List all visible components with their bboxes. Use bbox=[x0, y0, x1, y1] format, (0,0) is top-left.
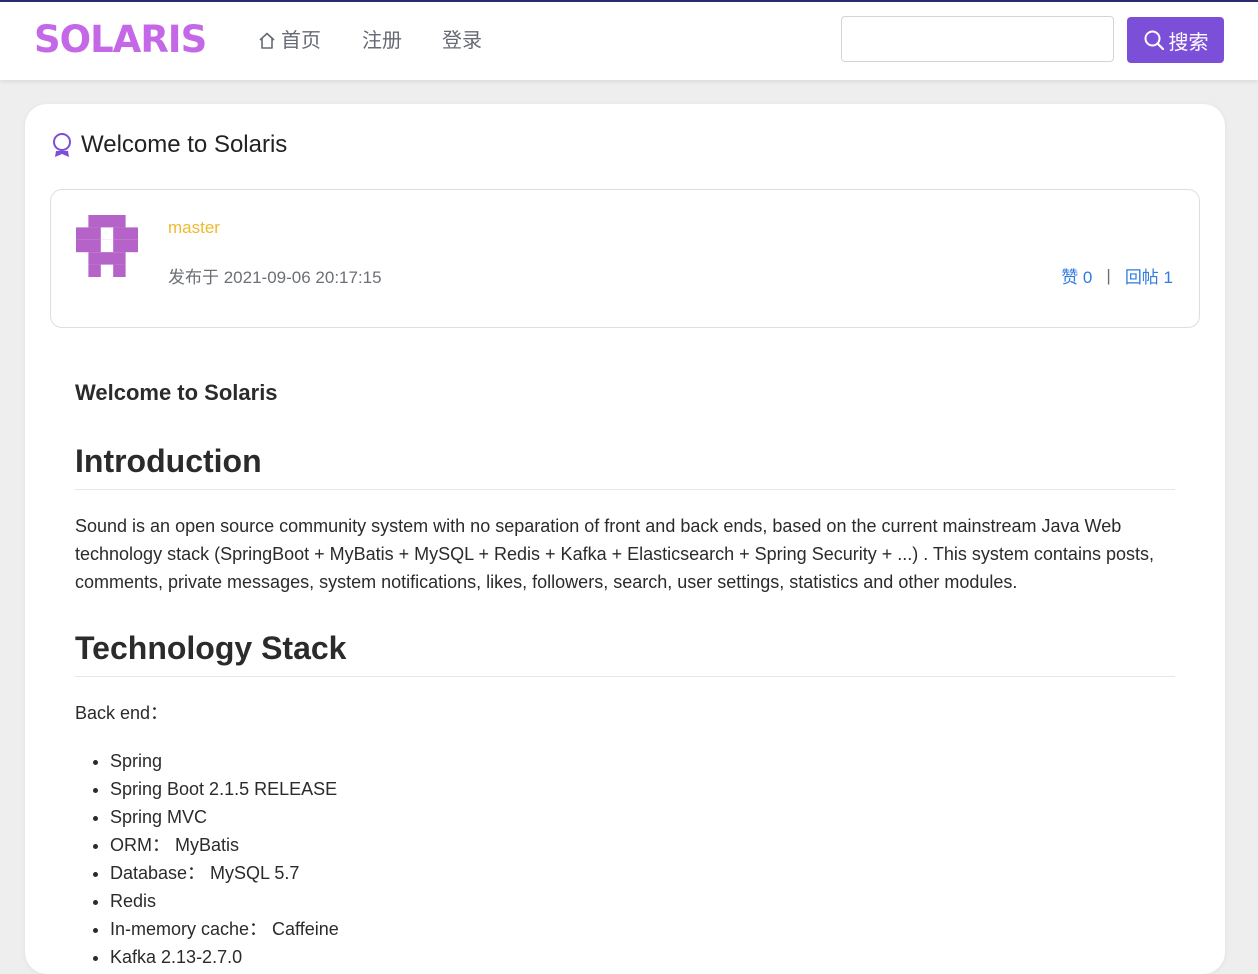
avatar[interactable] bbox=[76, 215, 138, 277]
search-button-label: 搜索 bbox=[1168, 31, 1209, 54]
reply-count-link[interactable]: 回帖 1 bbox=[1125, 263, 1173, 288]
intro-paragraph: Sound is an open source community system… bbox=[75, 516, 1154, 592]
search-icon bbox=[1144, 30, 1164, 51]
post-timestamp: 发布于 2021-09-06 20:17:15 bbox=[168, 268, 382, 287]
list-item: Database： MySQL 5.7 bbox=[110, 859, 1175, 887]
backend-label: Back end： bbox=[75, 703, 169, 723]
nav-home-label: 首页 bbox=[281, 30, 321, 52]
nav-home[interactable]: 首页 bbox=[257, 28, 321, 54]
award-icon bbox=[53, 133, 71, 157]
list-item: ORM： MyBatis bbox=[110, 831, 1175, 859]
list-item: Spring bbox=[110, 747, 1175, 775]
nav-register-label: 注册 bbox=[362, 30, 402, 52]
list-item: Spring MVC bbox=[110, 803, 1175, 831]
nav-login[interactable]: 登录 bbox=[442, 28, 482, 54]
post-card: Welcome to Solaris master 发布于 2021-09-06… bbox=[25, 104, 1225, 974]
content-lead: Welcome to Solaris bbox=[75, 380, 278, 405]
backend-list: Spring Spring Boot 2.1.5 RELEASE Spring … bbox=[75, 747, 1175, 971]
logo[interactable]: SOLARIS bbox=[34, 18, 207, 62]
heading-technology-stack: Technology Stack bbox=[75, 628, 1175, 677]
navbar: SOLARIS 首页 注册 登录 搜索 bbox=[0, 2, 1258, 80]
search-input[interactable] bbox=[841, 16, 1114, 62]
list-item: Kafka 2.13-2.7.0 bbox=[110, 943, 1175, 971]
like-button[interactable]: 赞 0 bbox=[1061, 263, 1092, 288]
list-item: In-memory cache： Caffeine bbox=[110, 915, 1175, 943]
author-info-box: master 发布于 2021-09-06 20:17:15 赞 0 | 回帖 … bbox=[50, 189, 1200, 328]
post-content: Welcome to Solaris Introduction Sound is… bbox=[75, 379, 1175, 971]
nav-login-label: 登录 bbox=[442, 30, 482, 52]
search-button[interactable]: 搜索 bbox=[1127, 17, 1224, 63]
stats-separator: | bbox=[1106, 265, 1111, 285]
author-name[interactable]: master bbox=[168, 218, 220, 238]
list-item: Spring Boot 2.1.5 RELEASE bbox=[110, 775, 1175, 803]
post-title-row: Welcome to Solaris bbox=[51, 130, 287, 160]
post-stats: 赞 0 | 回帖 1 bbox=[1061, 263, 1173, 288]
home-icon bbox=[259, 32, 275, 49]
heading-introduction: Introduction bbox=[75, 441, 1175, 490]
nav-register[interactable]: 注册 bbox=[362, 28, 402, 54]
post-title: Welcome to Solaris bbox=[81, 131, 288, 158]
list-item: Redis bbox=[110, 887, 1175, 915]
